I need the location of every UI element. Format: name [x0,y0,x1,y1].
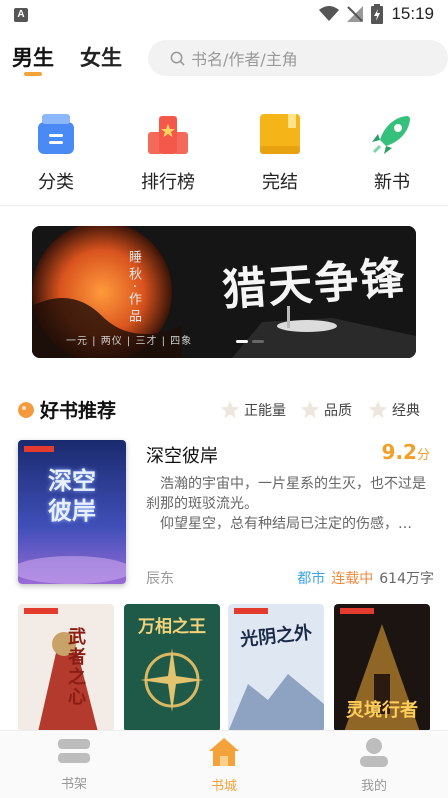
status-tag: 连载中 [331,571,374,587]
filter-positive[interactable]: 正能量 [220,400,286,420]
nav-label: 书架 [60,777,87,792]
featured-book-title[interactable]: 深空彼岸 [146,442,218,468]
category-label: 分类 [38,172,74,193]
status-bar: A 15:19 [0,0,448,32]
filter-quality[interactable]: 品质 [300,400,352,420]
cover-title: 万相之王 [138,617,206,637]
active-tab-indicator [24,72,42,76]
promo-banner[interactable]: 睡秋·作品 猎天争锋 一元 | 两仪 | 三才 | 四象 [32,226,416,358]
cover-title: 深空彼岸 [48,466,96,525]
pagination-dot [252,340,264,343]
nav-mine[interactable]: 我的 [334,737,414,794]
category-icon [38,114,74,154]
tab-female[interactable]: 女生 [80,42,122,72]
word-count: 614万字 [379,571,434,587]
app-notification-icon: A [14,8,28,22]
star-icon [301,401,319,418]
description-paragraph: 仰望星空，总有种结局已注定的伤感，… [160,516,412,532]
featured-book-author: 辰东 [146,571,174,587]
star-icon [221,401,239,418]
search-input[interactable]: 书名/作者/主角 [148,40,448,76]
bookshelf-icon [58,739,90,763]
description-paragraph: 浩瀚的宇宙中，一片星系的生灭，也不过是刹那的斑驳流光。 [146,476,426,512]
cover-title: 武者之心 [68,627,86,708]
ranking-icon [148,116,188,154]
category-classify[interactable]: 分类 [16,104,96,194]
wifi-icon [319,6,340,21]
book-thumb[interactable]: 灵境行者 [334,604,430,732]
category-completed[interactable]: 完结 [240,104,320,194]
profile-icon [360,738,388,767]
featured-book-cover[interactable]: 深空彼岸 [18,440,126,584]
recommend-icon [18,402,34,418]
no-signal-icon [347,6,364,22]
search-icon [170,51,185,66]
category-ranking[interactable]: 排行榜 [128,104,208,194]
banner-subtitle: 一元 | 两仪 | 三才 | 四象 [66,336,193,347]
category-label: 完结 [262,172,298,193]
star-icon [369,401,387,418]
completed-icon [260,114,300,154]
score-unit: 分 [416,448,430,463]
pagination-dot-active [236,340,248,343]
status-icons: 15:19 [319,4,434,24]
nav-label: 书城 [210,779,237,794]
category-new-books[interactable]: 新书 [352,104,432,194]
book-thumb[interactable]: 光阴之外 [228,604,324,732]
section-title: 好书推荐 [40,400,117,422]
book-thumb[interactable]: 武者之心 [18,604,114,732]
new-book-icon [372,116,410,154]
filter-label: 正能量 [244,403,286,419]
featured-book-description: 浩瀚的宇宙中，一片星系的生灭，也不过是刹那的斑驳流光。 仰望星空，总有种结局已注… [146,474,430,534]
search-placeholder: 书名/作者/主角 [191,50,298,69]
category-label: 排行榜 [141,172,195,193]
bottom-navigation: 书架 书城 我的 [0,730,448,798]
divider [0,205,448,206]
battery-icon [371,4,384,24]
home-icon [209,738,239,766]
filter-classic[interactable]: 经典 [368,400,420,420]
banner-author: 睡秋·作品 [126,250,141,327]
featured-book-meta: 都市 连载中 614万字 [297,568,434,588]
nav-bookshelf[interactable]: 书架 [34,737,114,792]
filter-label: 品质 [324,403,352,419]
banner-pagination [236,340,264,343]
nav-label: 我的 [360,779,387,794]
tab-male[interactable]: 男生 [12,42,54,72]
clock: 15:19 [391,4,434,23]
cover-title: 灵境行者 [346,700,418,721]
nav-bookstore[interactable]: 书城 [184,737,264,794]
filter-label: 经典 [392,403,420,419]
cover-artwork [18,604,114,732]
banner-title: 猎天争锋 [220,252,408,317]
category-label: 新书 [374,172,410,193]
book-thumb[interactable]: 万相之王 [124,604,220,732]
genre-tag: 都市 [297,571,326,587]
score-value: 9.2 [381,440,417,464]
featured-book-score: 9.2分 [382,440,430,464]
